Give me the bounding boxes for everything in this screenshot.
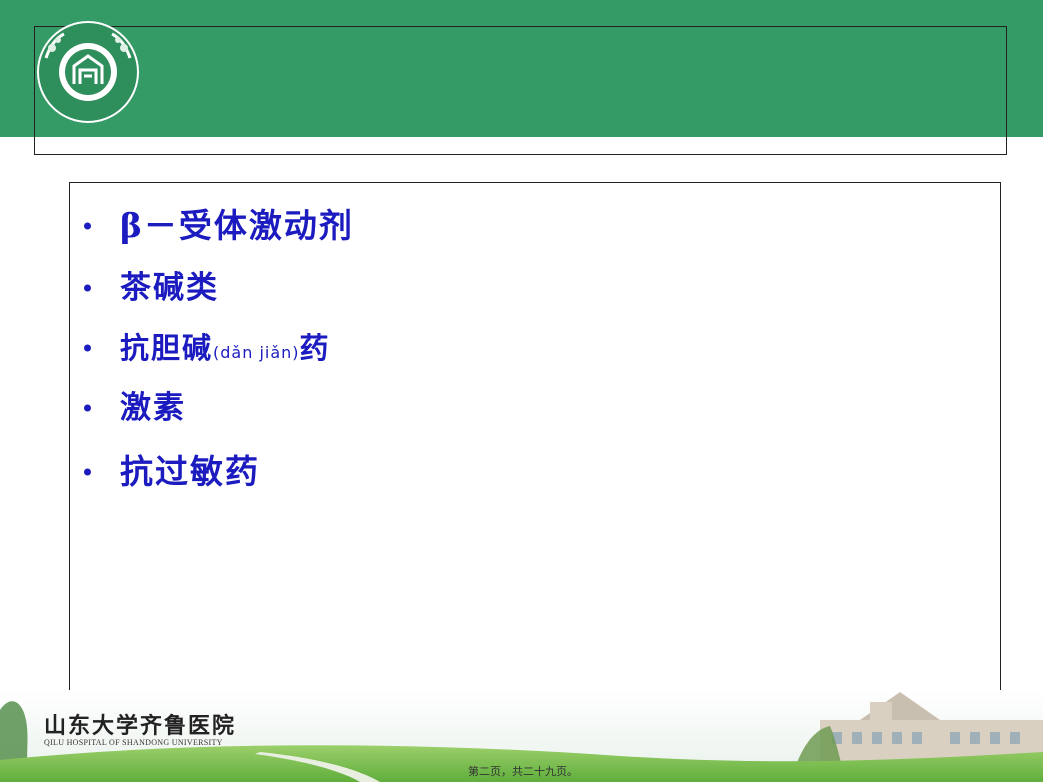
bullet-dot-icon bbox=[84, 404, 91, 412]
bullet-text: 抗过敏药 bbox=[120, 452, 260, 491]
hospital-logo bbox=[37, 21, 139, 123]
bullet-item: 抗过敏药 bbox=[84, 439, 354, 505]
bullet-text: 抗胆碱 bbox=[120, 331, 214, 365]
bullet-text: －受体激动剂 bbox=[143, 206, 354, 245]
title-placeholder bbox=[34, 26, 1007, 155]
bullet-item: β－受体激动剂 bbox=[84, 195, 354, 257]
footer-brand-english: QILU HOSPITAL OF SHANDONG UNIVERSITY bbox=[44, 738, 223, 747]
bullet-dot-icon bbox=[84, 344, 91, 352]
bullet-text: 激素 bbox=[120, 390, 186, 426]
bullet-dot-icon bbox=[84, 468, 91, 476]
bullet-text-end: 药 bbox=[299, 331, 331, 365]
page-number: 第二页，共二十九页。 bbox=[468, 765, 578, 778]
bullet-text: 茶碱类 bbox=[120, 270, 219, 306]
bullet-item: 抗胆碱(dǎn jiǎn)药 bbox=[84, 319, 354, 377]
bullet-pinyin: (dǎn jiǎn) bbox=[213, 343, 300, 362]
bullet-list: β－受体激动剂 茶碱类 抗胆碱(dǎn jiǎn)药 激素 抗过敏药 bbox=[84, 195, 354, 505]
bullet-dot-icon bbox=[84, 222, 91, 230]
bullet-item: 激素 bbox=[84, 377, 354, 439]
bullet-item: 茶碱类 bbox=[84, 257, 354, 319]
content-box: β－受体激动剂 茶碱类 抗胆碱(dǎn jiǎn)药 激素 抗过敏药 bbox=[69, 182, 1001, 697]
footer-brand: 山东大学齐鲁医院 bbox=[44, 713, 237, 739]
bullet-prefix: β bbox=[120, 206, 144, 245]
bullet-dot-icon bbox=[84, 284, 91, 292]
